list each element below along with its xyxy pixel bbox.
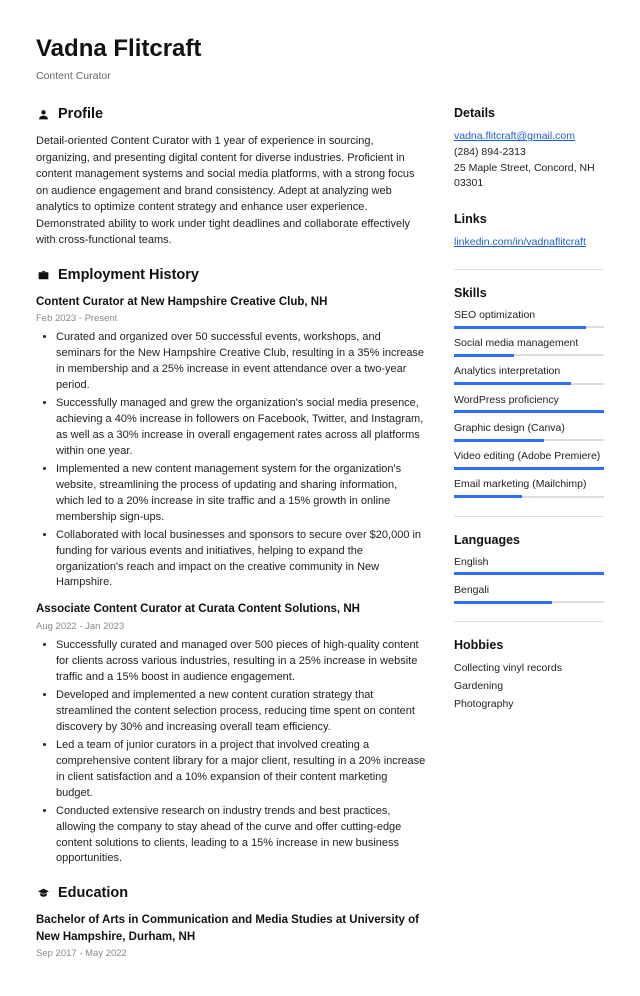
person-name: Vadna Flitcraft bbox=[36, 32, 604, 67]
employment-section: Employment History Content Curator at Ne… bbox=[36, 265, 426, 868]
skill-item: SEO optimization bbox=[454, 308, 604, 328]
job-entry: Content Curator at New Hampshire Creativ… bbox=[36, 294, 426, 592]
job-bullets: Successfully curated and managed over 50… bbox=[36, 638, 426, 867]
profile-section: Profile Detail-oriented Content Curator … bbox=[36, 104, 426, 249]
profile-heading-text: Profile bbox=[58, 104, 103, 125]
divider bbox=[454, 621, 604, 622]
skill-label: WordPress proficiency bbox=[454, 393, 604, 408]
links-block: Links linkedin.com/in/vadnaflitcraft bbox=[454, 210, 604, 251]
job-entry: Associate Content Curator at Curata Cont… bbox=[36, 601, 426, 867]
job-bullet: Curated and organized over 50 successful… bbox=[56, 330, 426, 394]
job-bullet: Led a team of junior curators in a proje… bbox=[56, 738, 426, 802]
job-title: Associate Content Curator at Curata Cont… bbox=[36, 601, 426, 617]
education-heading-text: Education bbox=[58, 883, 128, 904]
job-dates: Aug 2022 - Jan 2023 bbox=[36, 620, 426, 634]
skill-label: Video editing (Adobe Premiere) bbox=[454, 449, 604, 464]
job-bullet: Developed and implemented a new content … bbox=[56, 688, 426, 736]
graduation-icon bbox=[36, 887, 50, 901]
side-column: Details vadna.flitcraft@gmail.com (284) … bbox=[454, 104, 604, 976]
education-entry: Bachelor of Arts in Communication and Me… bbox=[36, 912, 426, 960]
skill-label: Graphic design (Canva) bbox=[454, 421, 604, 436]
job-bullet: Successfully managed and grew the organi… bbox=[56, 396, 426, 460]
hobbies-heading: Hobbies bbox=[454, 636, 604, 654]
skills-heading: Skills bbox=[454, 284, 604, 302]
job-bullet: Collaborated with local businesses and s… bbox=[56, 528, 426, 592]
skill-item: Graphic design (Canva) bbox=[454, 421, 604, 441]
skill-bar-fill bbox=[454, 326, 586, 329]
hobby-item: Collecting vinyl records bbox=[454, 660, 604, 678]
skill-bar-fill bbox=[454, 467, 604, 470]
employment-heading: Employment History bbox=[36, 265, 426, 286]
skill-bar bbox=[454, 496, 604, 498]
links-heading: Links bbox=[454, 210, 604, 228]
employment-heading-text: Employment History bbox=[58, 265, 199, 286]
skill-label: Email marketing (Mailchimp) bbox=[454, 477, 604, 492]
email-link[interactable]: vadna.flitcraft@gmail.com bbox=[454, 130, 575, 142]
linkedin-link[interactable]: linkedin.com/in/vadnaflitcraft bbox=[454, 236, 586, 248]
skill-bar-fill bbox=[454, 410, 604, 413]
person-icon bbox=[36, 108, 50, 122]
job-bullet: Conducted extensive research on industry… bbox=[56, 804, 426, 868]
languages-heading: Languages bbox=[454, 531, 604, 549]
language-bar-fill bbox=[454, 572, 604, 575]
profile-heading: Profile bbox=[36, 104, 426, 125]
languages-block: Languages English Bengali bbox=[454, 531, 604, 604]
education-section: Education Bachelor of Arts in Communicat… bbox=[36, 883, 426, 960]
skill-bar bbox=[454, 467, 604, 469]
skill-item: Email marketing (Mailchimp) bbox=[454, 477, 604, 497]
skill-bar-fill bbox=[454, 495, 522, 498]
language-label: Bengali bbox=[454, 583, 604, 598]
education-title: Bachelor of Arts in Communication and Me… bbox=[36, 912, 426, 944]
details-heading: Details bbox=[454, 104, 604, 122]
language-item: Bengali bbox=[454, 583, 604, 603]
address-text: 25 Maple Street, Concord, NH 03301 bbox=[454, 161, 604, 193]
education-heading: Education bbox=[36, 883, 426, 904]
profile-text: Detail-oriented Content Curator with 1 y… bbox=[36, 133, 426, 249]
skill-bar bbox=[454, 439, 604, 441]
skill-bar-fill bbox=[454, 382, 571, 385]
skill-bar bbox=[454, 383, 604, 385]
divider bbox=[454, 269, 604, 270]
language-bar bbox=[454, 573, 604, 575]
job-dates: Feb 2023 - Present bbox=[36, 312, 426, 326]
language-bar-fill bbox=[454, 601, 552, 604]
main-column: Profile Detail-oriented Content Curator … bbox=[36, 104, 426, 976]
phone-text: (284) 894-2313 bbox=[454, 145, 604, 161]
hobby-item: Photography bbox=[454, 696, 604, 714]
skill-label: Analytics interpretation bbox=[454, 364, 604, 379]
job-bullet: Implemented a new content management sys… bbox=[56, 462, 426, 526]
language-item: English bbox=[454, 555, 604, 575]
skill-bar bbox=[454, 411, 604, 413]
skill-item: Video editing (Adobe Premiere) bbox=[454, 449, 604, 469]
skill-bar-fill bbox=[454, 439, 544, 442]
language-label: English bbox=[454, 555, 604, 570]
details-block: Details vadna.flitcraft@gmail.com (284) … bbox=[454, 104, 604, 192]
language-bar bbox=[454, 601, 604, 603]
skills-block: Skills SEO optimization Social media mana… bbox=[454, 284, 604, 498]
skill-item: Social media management bbox=[454, 336, 604, 356]
hobby-item: Gardening bbox=[454, 678, 604, 696]
skill-bar bbox=[454, 326, 604, 328]
skill-label: Social media management bbox=[454, 336, 604, 351]
skill-bar bbox=[454, 354, 604, 356]
hobbies-block: Hobbies Collecting vinyl recordsGardenin… bbox=[454, 636, 604, 714]
briefcase-icon bbox=[36, 268, 50, 282]
divider bbox=[454, 516, 604, 517]
job-bullet: Successfully curated and managed over 50… bbox=[56, 638, 426, 686]
person-subtitle: Content Curator bbox=[36, 69, 604, 84]
skill-bar-fill bbox=[454, 354, 514, 357]
job-bullets: Curated and organized over 50 successful… bbox=[36, 330, 426, 591]
skill-item: Analytics interpretation bbox=[454, 364, 604, 384]
skill-item: WordPress proficiency bbox=[454, 393, 604, 413]
skill-label: SEO optimization bbox=[454, 308, 604, 323]
header: Vadna Flitcraft Content Curator bbox=[36, 32, 604, 84]
job-title: Content Curator at New Hampshire Creativ… bbox=[36, 294, 426, 310]
education-dates: Sep 2017 - May 2022 bbox=[36, 947, 426, 961]
